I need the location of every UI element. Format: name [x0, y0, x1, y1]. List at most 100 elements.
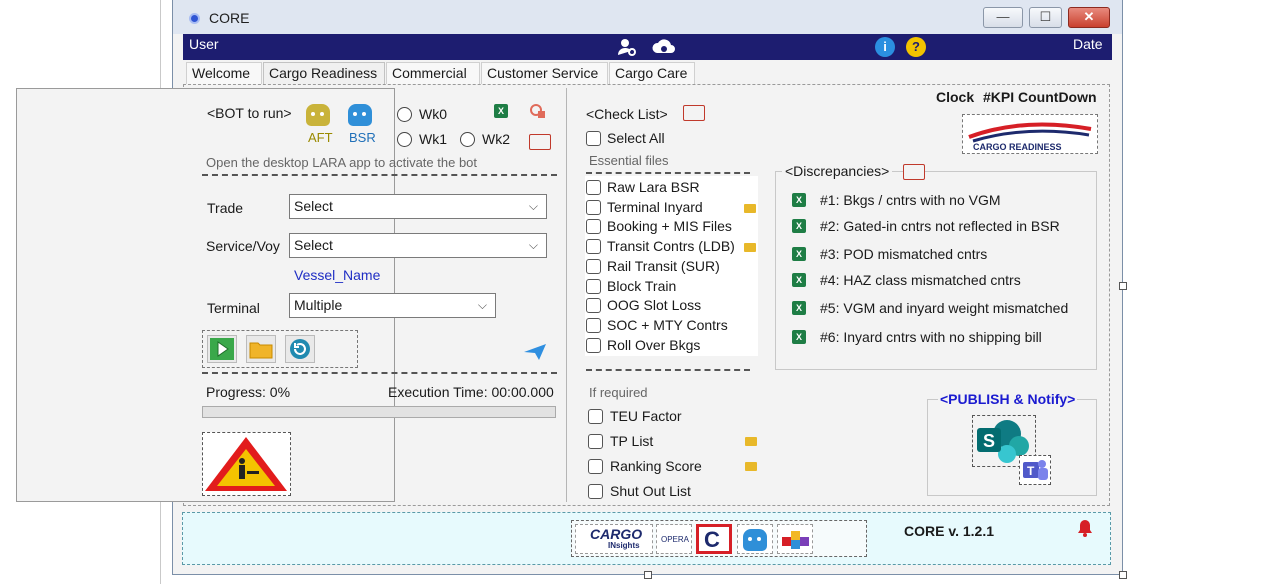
essential-checkbox[interactable]: [586, 338, 601, 353]
required-checkbox[interactable]: [588, 484, 603, 499]
resize-handle-right[interactable]: [1119, 282, 1127, 290]
c-logo[interactable]: C: [696, 524, 732, 554]
insights-logo-text: INsights: [608, 541, 640, 550]
bsr-robot-icon[interactable]: [348, 104, 372, 126]
folder-icon[interactable]: [745, 462, 757, 471]
discrepancy-item[interactable]: #2: Gated-in cntrs not reflected in BSR: [820, 218, 1060, 234]
svg-text:T: T: [1027, 464, 1035, 478]
clock-label: Clock: [936, 89, 975, 105]
trade-select[interactable]: Select ⌵: [289, 194, 547, 219]
service-label: Service/Voy: [206, 238, 280, 254]
bot-icon: [743, 529, 767, 551]
resize-handle-corner[interactable]: [1119, 571, 1127, 579]
kpi-countdown-label: #KPI CountDown: [983, 89, 1097, 105]
essential-checkbox[interactable]: [586, 180, 601, 195]
essential-item-label: Roll Over Bkgs: [607, 337, 701, 353]
tab-cargo-care[interactable]: Cargo Care: [609, 62, 695, 84]
cargo-logo-text: CARGO: [590, 526, 643, 542]
bot-heading: <BOT to run>: [207, 105, 292, 121]
notification-bell-icon[interactable]: [1076, 518, 1094, 538]
folder-button[interactable]: [246, 335, 276, 363]
progress-label: Progress: 0%: [206, 384, 291, 400]
aft-robot-icon[interactable]: [306, 104, 330, 126]
wk2-label: Wk2: [482, 131, 510, 147]
reload-button[interactable]: [285, 335, 315, 363]
minimize-button[interactable]: —: [983, 7, 1023, 28]
user-label[interactable]: User: [189, 36, 219, 52]
version-label: CORE v. 1.2.1: [904, 523, 995, 539]
wk0-radio[interactable]: [397, 107, 412, 122]
required-item-label: TEU Factor: [610, 408, 682, 424]
essential-checkbox[interactable]: [586, 200, 601, 215]
logo-text: CARGO READINESS: [973, 142, 1062, 152]
svg-text:S: S: [983, 431, 995, 451]
checklist-heading: <Check List>: [586, 106, 668, 122]
wk1-radio[interactable]: [397, 132, 412, 147]
divider: [202, 372, 557, 374]
folder-icon[interactable]: [744, 243, 756, 252]
essential-checkbox[interactable]: [586, 259, 601, 274]
close-button[interactable]: ✕: [1068, 7, 1110, 28]
cargo-insights-logo[interactable]: CARGO INsights: [575, 524, 653, 554]
send-icon[interactable]: [523, 343, 547, 361]
refresh-link-icon[interactable]: [528, 102, 548, 120]
title-bar: CORE — ☐ ✕: [173, 0, 1122, 34]
trade-select-value: Select: [294, 198, 333, 214]
checklist-folder-icon[interactable]: [683, 105, 705, 121]
terminal-select-value: Multiple: [294, 297, 343, 313]
trade-label: Trade: [207, 200, 244, 216]
aft-label: AFT: [308, 130, 333, 145]
excel-icon[interactable]: X: [792, 193, 806, 207]
partner-logos: CARGO INsights OPERA C: [571, 520, 867, 557]
discrepancy-item[interactable]: #1: Bkgs / cntrs with no VGM: [820, 192, 1001, 208]
excel-icon[interactable]: X: [792, 247, 806, 261]
robot-logo[interactable]: [737, 524, 773, 554]
cloud-sync-icon[interactable]: [652, 37, 675, 57]
cubes-logo[interactable]: [777, 524, 813, 554]
maximize-button[interactable]: ☐: [1029, 7, 1062, 28]
required-checkbox[interactable]: [588, 409, 603, 424]
excel-icon[interactable]: X: [792, 273, 806, 287]
service-voy-select[interactable]: Select ⌵: [289, 233, 547, 258]
terminal-select[interactable]: Multiple ⌵: [289, 293, 496, 318]
tab-cargo-readiness[interactable]: Cargo Readiness: [263, 62, 385, 84]
divider: [586, 369, 750, 371]
discrepancies-folder-icon[interactable]: [903, 164, 925, 180]
help-icon[interactable]: ?: [906, 37, 926, 57]
execution-time: Execution Time: 00:00.000: [388, 384, 554, 400]
excel-icon[interactable]: X: [792, 219, 806, 233]
open-folder-icon[interactable]: [529, 134, 551, 150]
discrepancy-item[interactable]: #3: POD mismatched cntrs: [820, 246, 987, 262]
info-icon[interactable]: i: [875, 37, 895, 57]
tab-customer-service[interactable]: Customer Service: [481, 62, 608, 84]
excel-icon[interactable]: X: [792, 301, 806, 315]
essential-checkbox[interactable]: [586, 279, 601, 294]
essential-checkbox[interactable]: [586, 239, 601, 254]
tab-commercial[interactable]: Commercial: [386, 62, 480, 84]
warning-sign-image: [202, 432, 291, 496]
required-checkbox[interactable]: [588, 459, 603, 474]
discrepancy-item[interactable]: #4: HAZ class mismatched cntrs: [820, 272, 1021, 288]
excel-icon[interactable]: X: [494, 104, 508, 118]
essential-checkbox[interactable]: [586, 318, 601, 333]
teams-icon[interactable]: T: [1019, 455, 1051, 485]
folder-icon[interactable]: [744, 204, 756, 213]
tab-welcome[interactable]: Welcome: [186, 62, 262, 84]
vessel-name-label: Vessel_Name: [294, 267, 381, 283]
essential-checkbox[interactable]: [586, 219, 601, 234]
required-item-label: Shut Out List: [610, 483, 691, 499]
discrepancy-item[interactable]: #5: VGM and inyard weight mismatched: [820, 300, 1068, 316]
folder-icon[interactable]: [745, 437, 757, 446]
excel-icon[interactable]: X: [792, 330, 806, 344]
required-item-label: TP List: [610, 433, 654, 449]
wk0-label: Wk0: [419, 106, 447, 122]
wk2-radio[interactable]: [460, 132, 475, 147]
user-settings-icon[interactable]: [617, 37, 637, 57]
discrepancy-item[interactable]: #6: Inyard cntrs with no shipping bill: [820, 329, 1042, 345]
select-all-checkbox[interactable]: [586, 131, 601, 146]
resize-handle-bottom[interactable]: [644, 571, 652, 579]
required-checkbox[interactable]: [588, 434, 603, 449]
essential-checkbox[interactable]: [586, 298, 601, 313]
run-button[interactable]: [207, 335, 237, 363]
opera-logo[interactable]: OPERA: [656, 524, 692, 554]
